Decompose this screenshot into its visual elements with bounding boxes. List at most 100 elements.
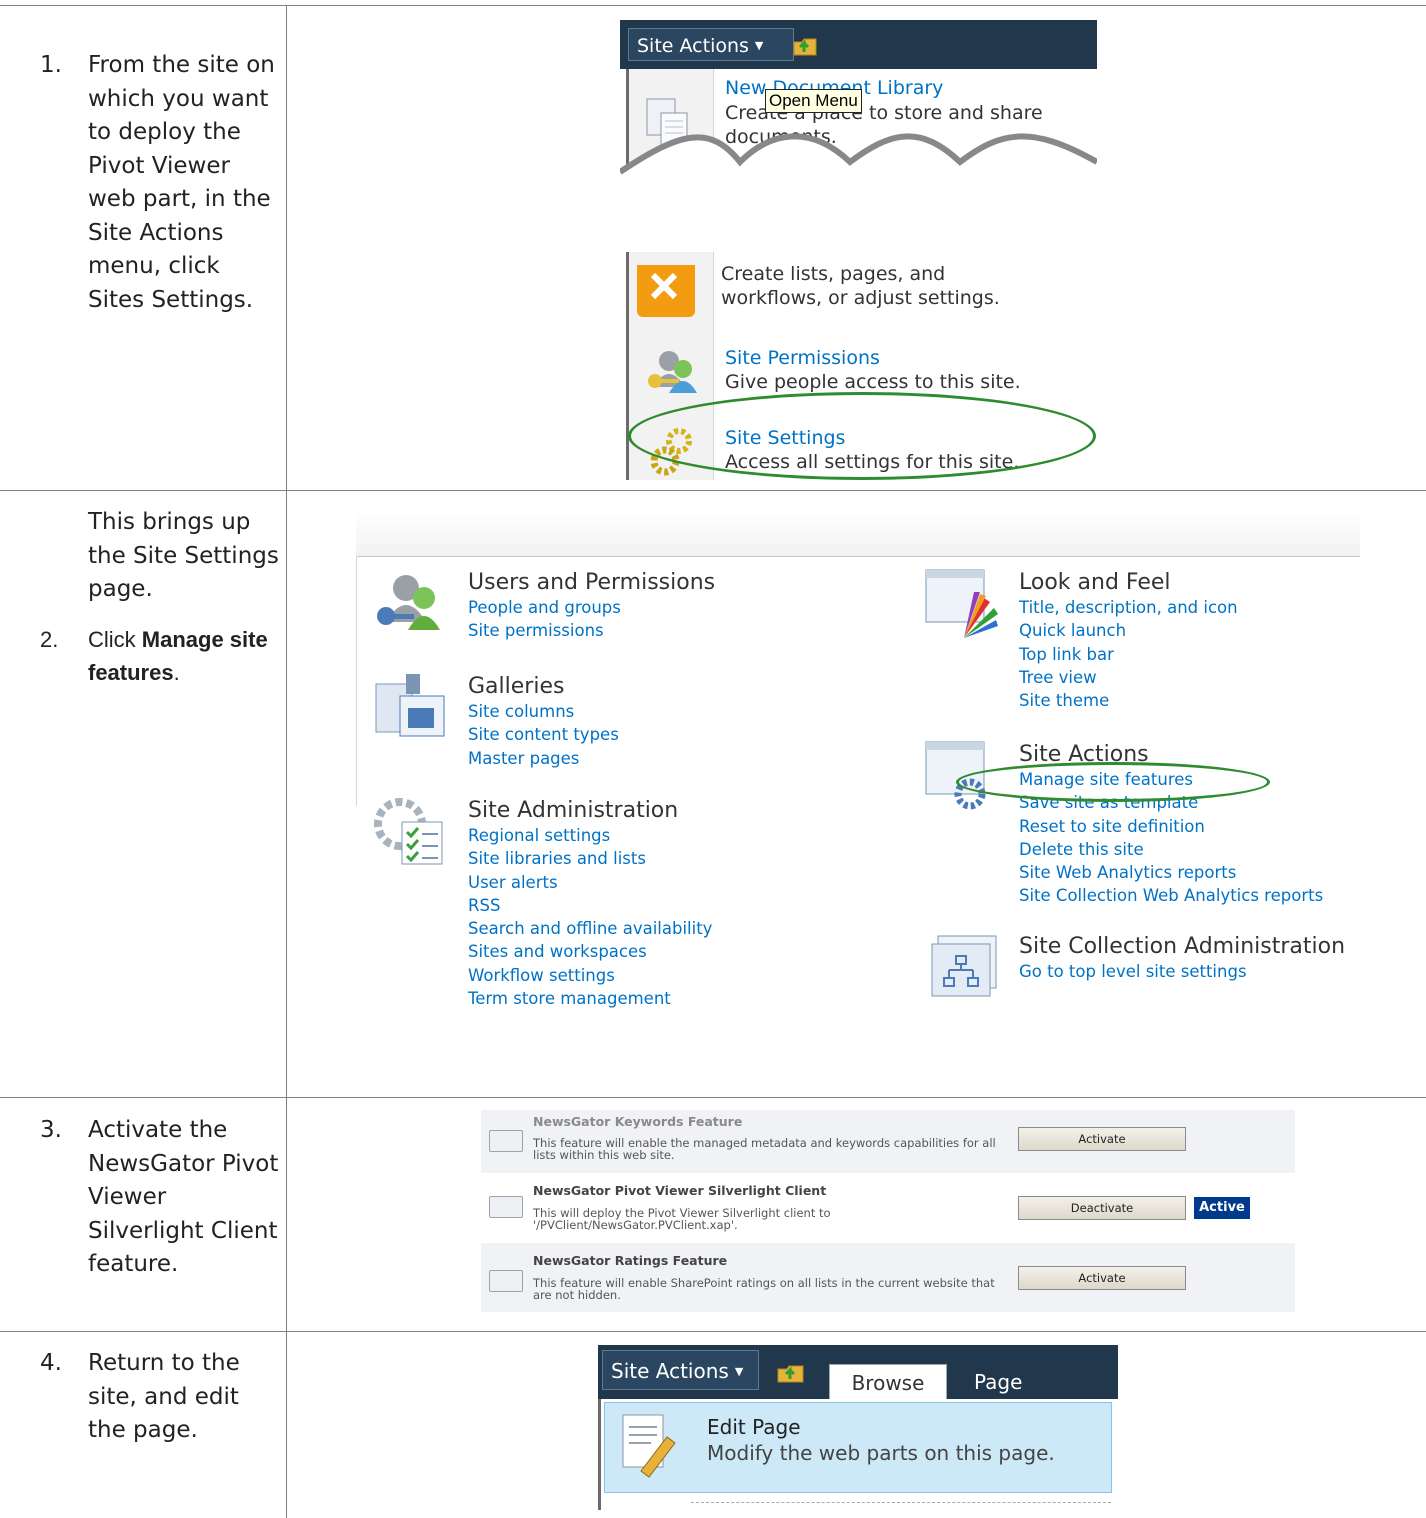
section-title: Site Collection Administration [1019,934,1346,959]
ribbon-bar: Site Actions ▼ Browse Page [598,1345,1118,1399]
highlight-ellipse [956,762,1270,802]
settings-link[interactable]: Site permissions [468,619,715,642]
settings-link[interactable]: Title, description, and icon [1019,596,1238,619]
site-features-screenshot: NewsGator Keywords Feature This feature … [481,1110,1295,1312]
settings-link[interactable]: Site libraries and lists [468,847,712,870]
settings-link[interactable]: RSS [468,894,712,917]
feature-title: NewsGator Keywords Feature [533,1114,743,1129]
navigate-up-icon[interactable] [776,1361,806,1385]
torn-edge-effect [620,133,1097,252]
settings-link[interactable]: Quick launch [1019,619,1238,642]
section-title: Galleries [468,674,565,699]
row-divider [0,1331,1426,1332]
feature-row: NewsGator Keywords Feature This feature … [481,1110,1295,1173]
look-and-feel-icon [925,569,998,638]
settings-link[interactable]: User alerts [468,871,712,894]
step-intro: This brings up the Site Settings page. [88,509,279,602]
users-icon [377,575,440,630]
table-border-top [0,5,1426,6]
settings-link[interactable]: Sites and workspaces [468,940,712,963]
settings-link[interactable]: Search and offline availability [468,917,712,940]
divider [691,1502,1111,1503]
site-collection-icon [931,935,997,997]
section-site-administration: Site Administration Regional settings Si… [468,798,712,1010]
menu-item-desc: Modify the web parts on this page. [707,1441,1055,1465]
settings-link[interactable]: Site columns [468,700,619,723]
site-actions-label: Site Actions [637,35,749,57]
activate-button[interactable]: Activate [1018,1127,1186,1151]
settings-link[interactable]: Tree view [1019,666,1238,689]
settings-link[interactable]: Regional settings [468,824,712,847]
section-site-collection-administration: Site Collection Administration Go to top… [1019,934,1345,983]
site-actions-menu-screenshot: Site Actions ▼ New Document Library Creat… [620,20,1097,480]
section-title: Look and Feel [1019,570,1171,595]
step-1: 1. From the site on which you want to de… [40,49,280,317]
activate-button[interactable]: Activate [1018,1266,1186,1290]
step-3: 3. Activate the NewsGator Pivot Viewer S… [40,1114,280,1282]
step-2: This brings up the Site Settings page. 2… [40,506,280,690]
step-number: 2. [40,626,59,652]
settings-link[interactable]: Site content types [468,723,619,746]
step-text: Click [88,626,142,652]
row-divider [0,1097,1426,1098]
settings-link[interactable]: Site theme [1019,689,1238,712]
feature-title: NewsGator Pivot Viewer Silverlight Clien… [533,1183,827,1198]
settings-link[interactable]: Master pages [468,747,619,770]
instruction-table: 1. From the site on which you want to de… [0,0,1426,1518]
feature-title: NewsGator Ratings Feature [533,1253,728,1268]
menu-item-desc: workflows, or adjust settings. [721,287,1000,309]
feature-row: NewsGator Ratings Feature This feature w… [481,1243,1295,1312]
edit-page-icon [622,1414,676,1478]
section-users-permissions: Users and Permissions People and groups … [468,570,715,643]
feature-icon [489,1130,523,1152]
settings-link[interactable]: Workflow settings [468,964,712,987]
navigate-up-icon[interactable] [792,34,818,58]
deactivate-button[interactable]: Deactivate [1018,1196,1186,1220]
site-actions-label: Site Actions [611,1359,729,1383]
permissions-icon [648,351,697,393]
menu-item-title[interactable]: Site Permissions [725,347,880,369]
step-4: 4. Return to the site, and edit the page… [40,1347,280,1448]
ribbon-bar: Site Actions ▼ [620,20,1097,69]
step-number: 4. [40,1350,62,1376]
settings-link[interactable]: Top link bar [1019,643,1238,666]
settings-link[interactable]: Go to top level site settings [1019,960,1345,983]
step-number: 1. [40,52,62,78]
section-galleries: Galleries Site columns Site content type… [468,674,619,770]
chevron-down-icon: ▼ [754,39,764,52]
feature-desc: This feature will enable the managed met… [533,1136,996,1162]
edit-page-ribbon-screenshot: Site Actions ▼ Browse Page Edit Page Modi… [598,1345,1121,1510]
column-divider [286,5,287,1518]
left-rule [356,556,357,806]
site-actions-button[interactable]: Site Actions ▼ [628,28,794,61]
section-look-and-feel: Look and Feel Title, description, and ic… [1019,570,1238,712]
settings-link[interactable]: Site Collection Web Analytics reports [1019,884,1323,907]
page-header-band [356,510,1360,557]
feature-desc: This will deploy the Pivot Viewer Silver… [533,1206,831,1232]
settings-link[interactable]: Site Web Analytics reports [1019,861,1323,884]
edit-page-menu-item[interactable]: Edit Page Modify the web parts on this p… [604,1402,1112,1493]
step-number: 3. [40,1117,62,1143]
highlight-ellipse [628,392,1096,480]
section-title: Users and Permissions [468,570,716,595]
tab-browse[interactable]: Browse [829,1364,947,1399]
galleries-icon [375,674,445,737]
tab-page[interactable]: Page [974,1364,1024,1399]
step-text: Return to the site, and edit the page. [88,1350,240,1443]
step-text: . [173,660,180,685]
feature-icon [489,1270,523,1292]
site-actions-button[interactable]: Site Actions ▼ [602,1350,759,1390]
settings-link[interactable]: People and groups [468,596,715,619]
row-divider [0,490,1426,491]
feature-desc: This feature will enable SharePoint rati… [533,1276,995,1302]
settings-link[interactable]: Term store management [468,987,712,1010]
tooltip: Open Menu [765,89,862,113]
feature-row: NewsGator Pivot Viewer Silverlight Clien… [481,1173,1295,1243]
site-settings-screenshot: Users and Permissions People and groups … [356,510,1360,1070]
section-title: Site Administration [468,798,679,823]
settings-link[interactable]: Delete this site [1019,838,1323,861]
status-badge: Active [1194,1197,1250,1219]
menu-item-title: Edit Page [707,1415,801,1439]
menu-item-desc: Give people access to this site. [725,371,1021,393]
settings-link[interactable]: Reset to site definition [1019,815,1323,838]
